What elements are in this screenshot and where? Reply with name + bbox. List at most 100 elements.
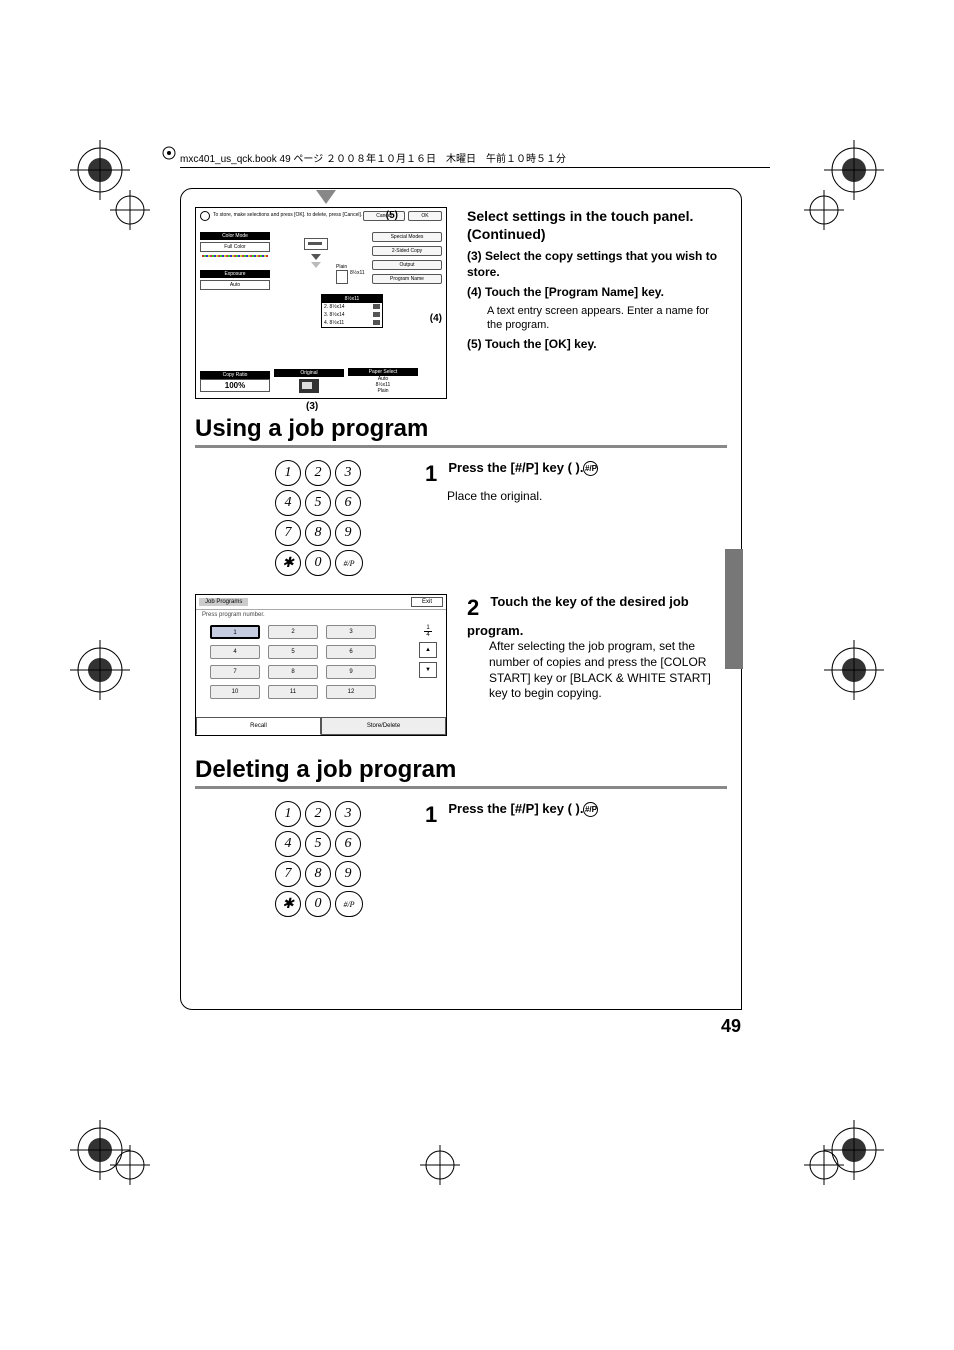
key-4[interactable]: 4 [275,490,301,516]
key-5[interactable]: 5 [305,831,331,857]
jp-exit-button[interactable]: Exit [411,597,443,607]
jp-btn-6[interactable]: 6 [326,645,376,659]
tray-icon-group [296,238,336,270]
paper-tray-list: 8½x11 2. 8½x14 3. 8½x14 4. 8½x11 [321,294,383,328]
key-8[interactable]: 8 [305,861,331,887]
ok-button[interactable]: OK [408,211,442,221]
jp-btn-1[interactable]: 1 [210,625,260,639]
cancel-button[interactable]: Cancel [363,211,405,221]
jp-btn-2[interactable]: 2 [268,625,318,639]
page-number: 49 [721,1016,741,1037]
step1-body: Place the original. [447,489,727,505]
special-modes-button[interactable]: Special Modes [372,232,442,242]
key-2[interactable]: 2 [305,460,331,486]
jp-btn-12[interactable]: 12 [326,685,376,699]
key-1[interactable]: 1 [275,460,301,486]
header-line: mxc401_us_qck.book 49 ページ ２００８年１０月１６日 木曜… [180,150,770,168]
tab-store-delete[interactable]: Store/Delete [321,717,446,735]
paper-select-label: Paper Select [348,368,418,376]
del-step1-head: Press the [#/P] key ( ).#/P [448,801,598,816]
heading-deleting: Deleting a job program [195,756,727,789]
instr-4: (4) Touch the [Program Name] key. [467,285,664,299]
key-9[interactable]: 9 [335,861,361,887]
two-sided-button[interactable]: 2-Sided Copy [372,246,442,256]
jp-btn-7[interactable]: 7 [210,665,260,679]
key-3[interactable]: 3 [335,801,361,827]
panel-instruction: To store, make selections and press [OK]… [213,213,362,219]
exposure-value[interactable]: Auto [200,280,270,290]
page-frac-top: 1 [424,625,431,632]
step2-body: After selecting the job program, set the… [489,639,727,701]
jp-btn-5[interactable]: 5 [268,645,318,659]
reg-mark-icon [824,1120,884,1180]
keypad-figure-2: 1 2 3 4 5 6 7 8 9 ✱ 0 #/P [275,801,375,917]
key-9[interactable]: 9 [335,520,361,546]
key-6[interactable]: 6 [335,490,361,516]
reg-mark-icon [824,140,884,200]
header-text: mxc401_us_qck.book 49 ページ ２００８年１０月１６日 木曜… [180,154,566,165]
original-label: Original [274,369,344,377]
original-icon [299,379,319,393]
page-icon [336,270,348,284]
jp-title: Job Programs [199,598,248,606]
key-1[interactable]: 1 [275,801,301,827]
reg-mark-small-icon [110,190,150,230]
jp-btn-11[interactable]: 11 [268,685,318,699]
reg-mark-small-icon [804,1145,844,1185]
key-0[interactable]: 0 [305,550,331,576]
key-3[interactable]: 3 [335,460,361,486]
step2-head: Touch the key of the desired job program… [467,594,689,638]
page-frac-bot: 4 [418,632,438,638]
copy-ratio-value[interactable]: 100% [200,379,270,392]
key-0[interactable]: 0 [305,891,331,917]
key-7[interactable]: 7 [275,520,301,546]
program-name-button[interactable]: Program Name [372,274,442,284]
thumb-tab [725,549,743,669]
step1-head: Press the [#/P] key ( ).#/P [448,460,598,475]
tab-recall[interactable]: Recall [196,717,321,735]
header-ornament-icon [162,146,176,160]
step-number: 1 [425,460,445,489]
reg-mark-icon [70,1120,130,1180]
callout-5: (5) [386,210,398,221]
jp-btn-4[interactable]: 4 [210,645,260,659]
key-star[interactable]: ✱ [275,891,301,917]
scroll-up-button[interactable]: ▲ [419,642,437,658]
keypad-figure: 1 2 3 4 5 6 7 8 9 ✱ 0 #/P [275,460,375,576]
reg-mark-small-icon [804,190,844,230]
jp-btn-10[interactable]: 10 [210,685,260,699]
key-5[interactable]: 5 [305,490,331,516]
key-hash-p[interactable]: #/P [335,891,363,917]
reg-mark-small-icon [110,1145,150,1185]
key-6[interactable]: 6 [335,831,361,857]
reg-mark-icon [824,640,884,700]
content-frame: To store, make selections and press [OK]… [180,188,742,1010]
color-mode-value[interactable]: Full Color [200,242,270,252]
reg-mark-small-icon [420,1145,460,1185]
jp-btn-3[interactable]: 3 [326,625,376,639]
callout-4: (4) [430,313,442,324]
reg-mark-icon [70,640,130,700]
step-number: 1 [425,801,445,830]
jp-message: Press program number. [196,610,446,620]
key-star[interactable]: ✱ [275,550,301,576]
key-8[interactable]: 8 [305,520,331,546]
instr-3: (3) Select the copy settings that you wi… [467,249,717,279]
key-2[interactable]: 2 [305,801,331,827]
hash-p-icon: #/P [583,461,598,476]
scroll-down-button[interactable]: ▼ [419,662,437,678]
key-4[interactable]: 4 [275,831,301,857]
instr-5: (5) Touch the [OK] key. [467,337,597,351]
jp-btn-9[interactable]: 9 [326,665,376,679]
color-bar-icon [202,255,268,257]
arrow-down-icon [316,190,336,204]
reg-mark-icon [70,140,130,200]
output-button[interactable]: Output [372,260,442,270]
panel-header-icon [200,211,210,221]
job-programs-figure: Job Programs Exit Press program number. … [195,594,447,736]
hash-p-icon: #/P [583,802,598,817]
key-7[interactable]: 7 [275,861,301,887]
key-hash-p[interactable]: #/P [335,550,363,576]
jp-btn-8[interactable]: 8 [268,665,318,679]
paper-select-value[interactable]: Auto 8½x11 Plain [348,376,418,394]
